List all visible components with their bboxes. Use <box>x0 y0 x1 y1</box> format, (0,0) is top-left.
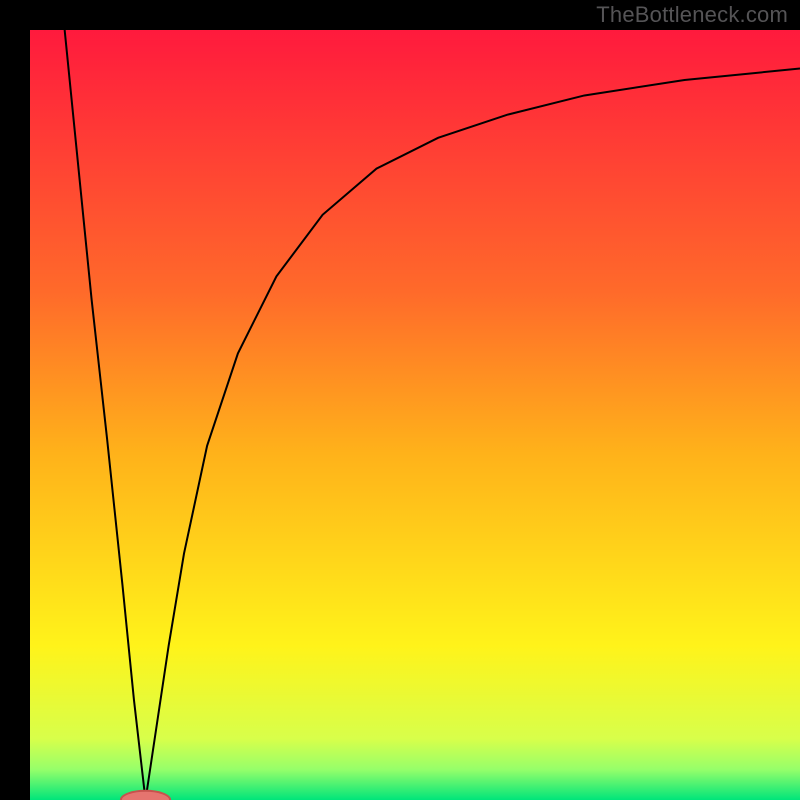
chart-stage: TheBottleneck.com <box>0 0 800 800</box>
heatmap-background <box>30 30 800 800</box>
bottleneck-chart <box>30 30 800 800</box>
watermark-text: TheBottleneck.com <box>596 2 788 28</box>
